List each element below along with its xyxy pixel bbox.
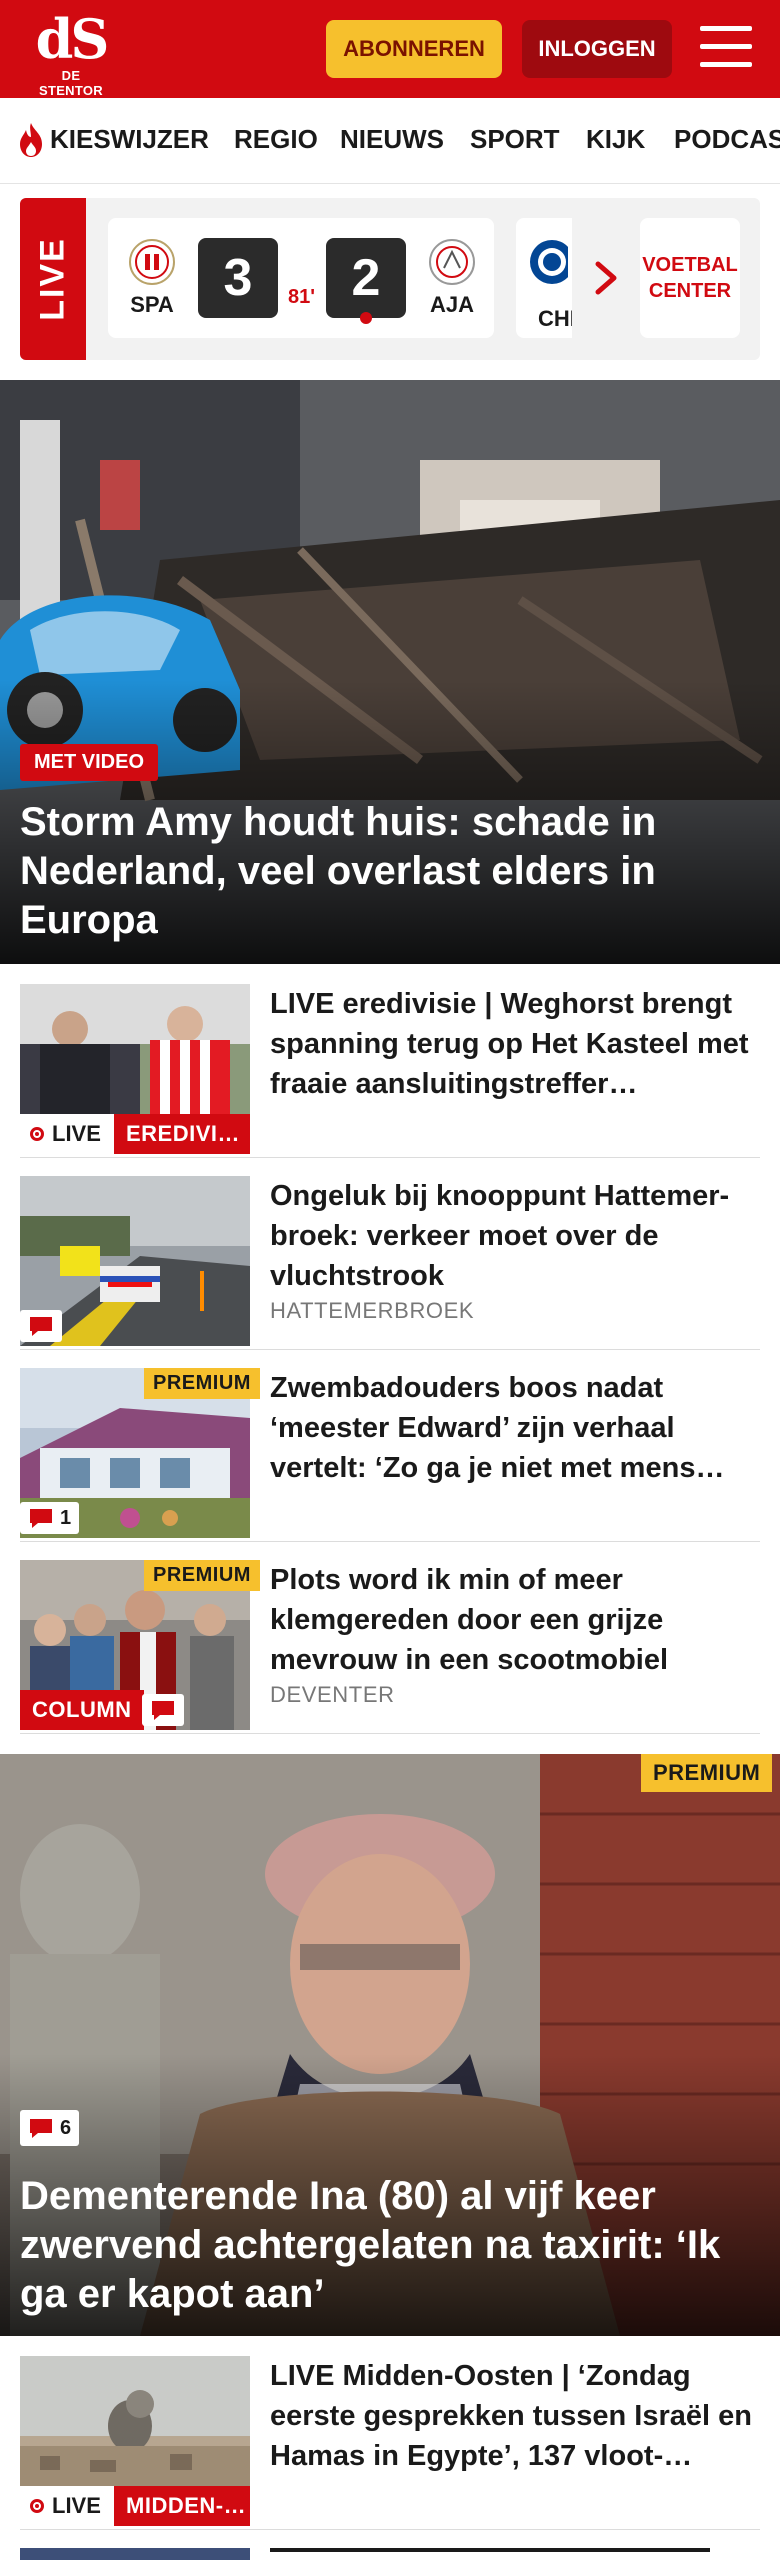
live-label-text: LIVE: [52, 2493, 101, 2518]
article-location: HATTEMERBROEK: [270, 1298, 475, 1323]
premium-badge: PREMIUM: [144, 1560, 260, 1591]
menu-icon[interactable]: [700, 26, 752, 70]
away-score: 2: [326, 238, 406, 318]
voetbal-center-button[interactable]: VOETBAL CENTER: [640, 218, 740, 338]
hero-title[interactable]: Storm Amy houdt huis: schade in Nederlan…: [20, 798, 740, 945]
comment-icon: [30, 1317, 52, 1336]
feature-title[interactable]: Dementerende Ina (80) al vijf keer zwerv…: [20, 2172, 760, 2319]
logo-name: DE STENTOR: [39, 68, 103, 98]
chelsea-badge-icon: [530, 240, 568, 284]
live-label: LIVE: [20, 1114, 114, 1154]
list-item[interactable]: LIVE MIDDEN-… LIVE Midden-Oosten | ‘Zond…: [20, 2352, 760, 2530]
live-tab[interactable]: LIVE: [20, 198, 86, 360]
comments-indicator: [142, 1694, 184, 1726]
feature-article[interactable]: PREMIUM 6 Dementerende Ina (80) al vijf …: [0, 1754, 780, 2336]
voetbal-center-line2: CENTER: [648, 280, 732, 302]
away-club-name: AJA: [429, 292, 474, 317]
comment-icon: [152, 1701, 174, 1720]
nav-item-regio[interactable]: REGIO: [234, 124, 318, 155]
live-indicator-dot: [360, 312, 372, 324]
home-score: 3: [198, 238, 278, 318]
nav-item-kijk[interactable]: KIJK: [586, 124, 645, 155]
nav-item-kieswijzer[interactable]: KIESWIJZER: [50, 124, 209, 155]
main-nav: KIESWIJZER REGIO NIEUWS SPORT KIJK PODCA…: [0, 98, 780, 184]
video-badge: MET VIDEO: [20, 744, 159, 781]
flame-icon: [20, 123, 42, 157]
site-header: dS DE STENTOR ABONNEREN INLOGGEN: [0, 0, 780, 98]
next-article-title-fragment[interactable]: [270, 2548, 740, 2560]
live-scores-bar: LIVE SPA 3 81' 2 AJA CH VOETBAL CENTER: [20, 198, 760, 360]
nav-item-nieuws[interactable]: NIEUWS: [340, 124, 444, 155]
voetbal-center-line1: VOETBAL: [642, 254, 738, 276]
next-article-thumbnail[interactable]: [20, 2548, 250, 2560]
live-label: LIVE: [20, 2486, 114, 2526]
category-label: COLUMN: [20, 1690, 144, 1730]
nav-item-podcast[interactable]: PODCAS: [674, 124, 780, 155]
hero-article[interactable]: MET VIDEO Storm Amy houdt huis: schade i…: [0, 380, 780, 964]
home-club: SPA: [122, 238, 182, 318]
article-title[interactable]: Ongeluk bij knooppunt Hattemer­broek: ve…: [270, 1176, 760, 1296]
comment-count: 1: [60, 1506, 72, 1529]
premium-badge: PREMIUM: [641, 1754, 773, 1792]
live-label-text: LIVE: [52, 1121, 101, 1146]
article-title[interactable]: Plots word ik min of meer klemgereden do…: [270, 1560, 760, 1680]
list-item[interactable]: Ongeluk bij knooppunt Hattemer­broek: ve…: [20, 1172, 760, 1350]
live-dot-icon: [30, 1127, 44, 1141]
site-logo[interactable]: dS DE STENTOR: [28, 7, 114, 98]
list-item[interactable]: LIVE EREDIVI… LIVE eredivisie | Weghorst…: [20, 980, 760, 1158]
nav-item-sport[interactable]: SPORT: [470, 124, 560, 155]
category-label: EREDIVI…: [114, 1114, 250, 1154]
list-item[interactable]: PREMIUM COLUMN Plots word ik min of meer…: [20, 1556, 760, 1734]
live-tab-label: LIVE: [33, 237, 72, 321]
next-club-name: CHI: [538, 306, 572, 331]
comments-indicator: [20, 1310, 62, 1342]
category-label: MIDDEN-…: [114, 2486, 250, 2526]
subscribe-button[interactable]: ABONNEREN: [326, 20, 502, 78]
article-location: DEVENTER: [270, 1682, 395, 1707]
article-title[interactable]: LIVE eredivisie | Weghorst brengt spanni…: [270, 984, 760, 1104]
list-item[interactable]: PREMIUM 1 Zwembadouders boos nadat ‘mees…: [20, 1364, 760, 1542]
live-dot-icon: [30, 2499, 44, 2513]
comment-icon: [30, 1509, 52, 1528]
match-card-next[interactable]: CHI: [516, 218, 572, 338]
article-title[interactable]: LIVE Midden-Oosten | ‘Zondag eerste gesp…: [270, 2356, 760, 2476]
logo-mark: dS: [35, 7, 110, 71]
comment-icon: [30, 2119, 52, 2138]
match-minute: 81': [288, 286, 316, 308]
home-club-badge-icon: [129, 239, 175, 285]
premium-badge: PREMIUM: [144, 1368, 260, 1399]
article-title[interactable]: Zwembadouders boos nadat ‘meester Edward…: [270, 1368, 760, 1488]
comment-count: 6: [60, 2116, 72, 2139]
comments-indicator: 1: [20, 1502, 80, 1534]
login-button[interactable]: INLOGGEN: [522, 20, 672, 78]
away-club-badge-icon: [429, 239, 475, 285]
chevron-right-icon[interactable]: [592, 260, 622, 296]
away-club: AJA: [422, 238, 482, 318]
home-club-name: SPA: [130, 292, 174, 317]
match-card[interactable]: SPA 3 81' 2 AJA: [108, 218, 494, 338]
comments-indicator: 6: [20, 2110, 80, 2146]
